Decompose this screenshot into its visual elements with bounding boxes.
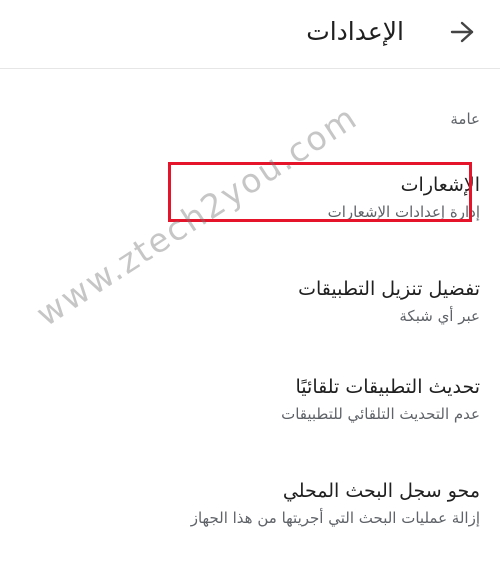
setting-subtitle: إدارة إعدادات الإشعارات	[327, 203, 480, 221]
app-bar: الإعدادات	[0, 0, 500, 69]
setting-title: تحديث التطبيقات تلقائيًا	[295, 376, 480, 398]
setting-subtitle: إزالة عمليات البحث التي أجريتها من هذا ا…	[190, 509, 480, 527]
setting-title: الإشعارات	[400, 174, 480, 196]
setting-item-auto-update-apps[interactable]: تحديث التطبيقات تلقائيًا عدم التحديث الت…	[20, 374, 480, 424]
back-button[interactable]	[446, 18, 478, 50]
setting-title: تفضيل تنزيل التطبيقات	[298, 278, 480, 300]
section-header-general: عامة	[450, 110, 480, 128]
setting-item-clear-search-history[interactable]: محو سجل البحث المحلي إزالة عمليات البحث …	[20, 478, 480, 528]
arrow-back-icon	[450, 21, 474, 47]
setting-subtitle: عدم التحديث التلقائي للتطبيقات	[281, 405, 480, 423]
setting-item-notifications[interactable]: الإشعارات إدارة إعدادات الإشعارات	[20, 172, 480, 222]
setting-title: محو سجل البحث المحلي	[282, 480, 480, 502]
page-title: الإعدادات	[306, 17, 404, 46]
setting-item-app-download-preference[interactable]: تفضيل تنزيل التطبيقات عبر أي شبكة	[20, 276, 480, 326]
setting-subtitle: عبر أي شبكة	[399, 307, 480, 325]
